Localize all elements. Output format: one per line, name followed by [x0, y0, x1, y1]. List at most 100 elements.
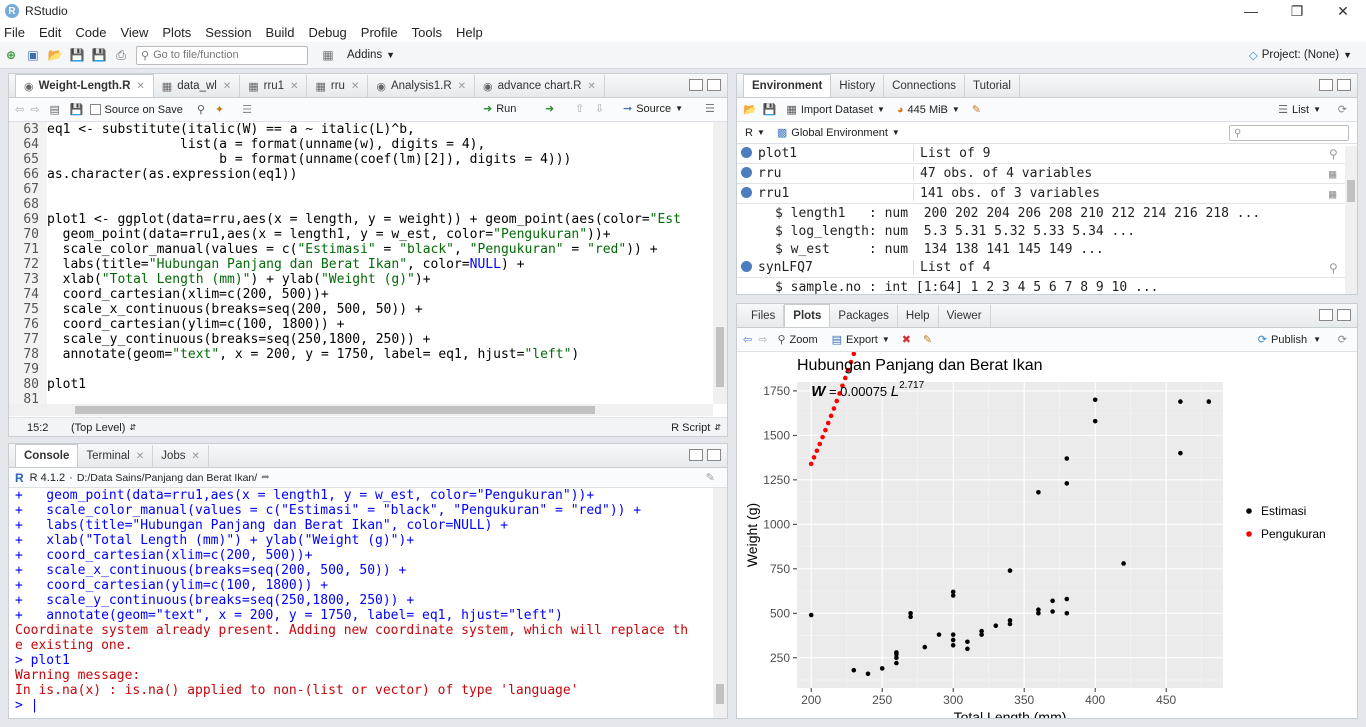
up-arrow-icon[interactable]: ⇧ [575, 102, 584, 115]
memory-usage[interactable]: ◕ 445 MiB ▼ [897, 104, 960, 116]
editor-scrollbar-h[interactable] [9, 404, 713, 416]
tab-rru[interactable]: ▦ rru ✕ [307, 75, 369, 97]
console-scrollbar-v[interactable] [713, 488, 727, 718]
close-tab-icon[interactable]: ✕ [223, 81, 231, 92]
menu-code[interactable]: Code [75, 25, 106, 40]
show-in-window-icon[interactable]: ▤ [49, 103, 59, 116]
tab-tutorial[interactable]: Tutorial [965, 75, 1020, 97]
tab-history[interactable]: History [831, 75, 885, 97]
tab-console[interactable]: Console [15, 444, 79, 467]
close-tab-icon[interactable]: ✕ [290, 81, 298, 92]
environment-row[interactable]: rru 47 obs. of 4 variables ▦ [737, 164, 1357, 184]
tab-advance-chart-r[interactable]: ◉ advance chart.R ✕ [475, 75, 605, 97]
pane-controls[interactable] [689, 449, 721, 461]
export-button[interactable]: ▤ Export ▼ [832, 333, 890, 347]
tab-plots[interactable]: Plots [784, 304, 831, 327]
save-all-icon[interactable]: 💾 [91, 47, 107, 63]
forward-arrow-icon[interactable]: ⇨ [30, 103, 39, 116]
environment-search-input[interactable]: ⚲ [1229, 125, 1349, 141]
environment-row[interactable]: synLFQ7 List of 4 ⚲ [737, 258, 1357, 278]
print-icon[interactable]: ⎙ [113, 47, 129, 63]
close-tab-icon[interactable]: ✕ [458, 81, 466, 92]
expand-icon[interactable] [741, 261, 752, 272]
close-button[interactable]: ✕ [1320, 0, 1366, 22]
tab-jobs[interactable]: Jobs ✕ [153, 445, 209, 467]
project-menu[interactable]: ◇ Project: (None) ▼ [1249, 48, 1352, 62]
down-arrow-icon[interactable]: ⇩ [595, 102, 604, 115]
new-file-icon[interactable]: ⊕ [3, 47, 19, 63]
close-tab-icon[interactable]: ✕ [136, 81, 144, 92]
expand-icon[interactable] [741, 167, 752, 178]
save-icon[interactable]: 💾 [70, 103, 84, 116]
tab-connections[interactable]: Connections [884, 75, 966, 97]
close-tab-icon[interactable]: ✕ [587, 81, 595, 92]
working-directory[interactable]: D:/Data Sains/Panjang dan Berat Ikan/ [77, 472, 257, 484]
remove-plot-icon[interactable]: ✖ [902, 333, 911, 346]
menu-session[interactable]: Session [205, 25, 251, 40]
next-plot-icon[interactable]: ⇨ [758, 333, 767, 346]
tab-packages[interactable]: Packages [830, 305, 898, 327]
tab-terminal[interactable]: Terminal ✕ [78, 445, 154, 467]
menu-profile[interactable]: Profile [361, 25, 398, 40]
run-button[interactable]: ➜ Run [483, 102, 516, 116]
menu-debug[interactable]: Debug [308, 25, 346, 40]
pane-controls[interactable] [1319, 79, 1351, 91]
maximize-button[interactable]: ❐ [1274, 0, 1320, 22]
pane-controls[interactable] [689, 79, 721, 91]
menu-view[interactable]: View [120, 25, 148, 40]
back-arrow-icon[interactable]: ⇦ [15, 103, 24, 116]
menu-tools[interactable]: Tools [412, 25, 442, 40]
broom-icon[interactable]: ✎ [923, 333, 932, 346]
minimize-button[interactable]: — [1228, 0, 1274, 22]
editor-scrollbar-v[interactable] [713, 122, 727, 404]
broom-icon[interactable]: ✎ [706, 471, 715, 484]
tab-files[interactable]: Files [743, 305, 785, 327]
addins-menu[interactable]: Addins [347, 49, 382, 61]
tab-analysis1-r[interactable]: ◉ Analysis1.R ✕ [368, 75, 476, 97]
source-on-save-checkbox[interactable] [89, 104, 101, 115]
environment-row[interactable]: plot1 List of 9 ⚲ [737, 144, 1357, 164]
menu-build[interactable]: Build [266, 25, 295, 40]
list-view-selector[interactable]: ☰ List ▼ [1278, 103, 1321, 117]
save-workspace-icon[interactable]: 💾 [763, 103, 777, 116]
console-output[interactable]: + geom_point(data=rru1,aes(x = length1, … [9, 488, 727, 716]
close-tab-icon[interactable]: ✕ [351, 81, 359, 92]
menu-file[interactable]: File [4, 25, 25, 40]
environment-row[interactable]: rru1 141 obs. of 3 variables ▦ [737, 184, 1357, 204]
menu-edit[interactable]: Edit [39, 25, 61, 40]
pane-controls[interactable] [1319, 309, 1351, 321]
doc-outline-icon[interactable]: ☰ [242, 103, 252, 116]
menu-plots[interactable]: Plots [162, 25, 191, 40]
outline-icon[interactable]: ☰ [705, 102, 715, 115]
scope-selector[interactable]: (Top Level) ⇵ [71, 422, 136, 434]
source-button[interactable]: ➞ Source ▼ [623, 102, 683, 116]
menu-help[interactable]: Help [456, 25, 483, 40]
zoom-button[interactable]: ⚲ Zoom [777, 333, 817, 347]
tab-data-wl[interactable]: ▦ data_wl ✕ [154, 75, 241, 97]
tab-environment[interactable]: Environment [743, 74, 832, 97]
tab-weight-length-r[interactable]: ◉ Weight-Length.R ✕ [15, 74, 154, 97]
save-icon[interactable]: 💾 [69, 47, 85, 63]
goto-file-input[interactable]: ⚲ Go to file/function [136, 45, 308, 65]
find-icon[interactable]: ⚲ [197, 103, 205, 116]
go-to-directory-icon[interactable]: ➦ [261, 472, 269, 483]
environment-scrollbar[interactable] [1345, 146, 1357, 294]
open-file-icon[interactable]: 📂 [47, 47, 63, 63]
publish-button[interactable]: ⟳ Publish ▼ [1258, 333, 1321, 347]
refresh-icon[interactable]: ⟳ [1338, 103, 1347, 116]
broom-icon[interactable]: ✎ [972, 103, 981, 116]
tab-help[interactable]: Help [898, 305, 939, 327]
wand-icon[interactable]: ✦ [215, 103, 224, 116]
grid-layout-icon[interactable]: ▦ [320, 47, 336, 63]
prev-plot-icon[interactable]: ⇦ [743, 333, 752, 346]
new-project-icon[interactable]: ▣ [25, 47, 41, 63]
code-editor[interactable]: 63 eq1 <- substitute(italic(W) == a ~ ita… [9, 122, 727, 404]
import-dataset-button[interactable]: ▦ Import Dataset ▼ [786, 103, 884, 117]
language-selector[interactable]: R ▼ [745, 127, 765, 139]
close-tab-icon[interactable]: ✕ [136, 451, 144, 462]
refresh-icon[interactable]: ⟳ [1338, 333, 1347, 346]
collapse-icon[interactable] [741, 187, 752, 198]
close-tab-icon[interactable]: ✕ [192, 451, 200, 462]
scope-selector[interactable]: ▩ Global Environment ▼ [777, 126, 900, 140]
load-workspace-icon[interactable]: 📂 [743, 103, 757, 116]
